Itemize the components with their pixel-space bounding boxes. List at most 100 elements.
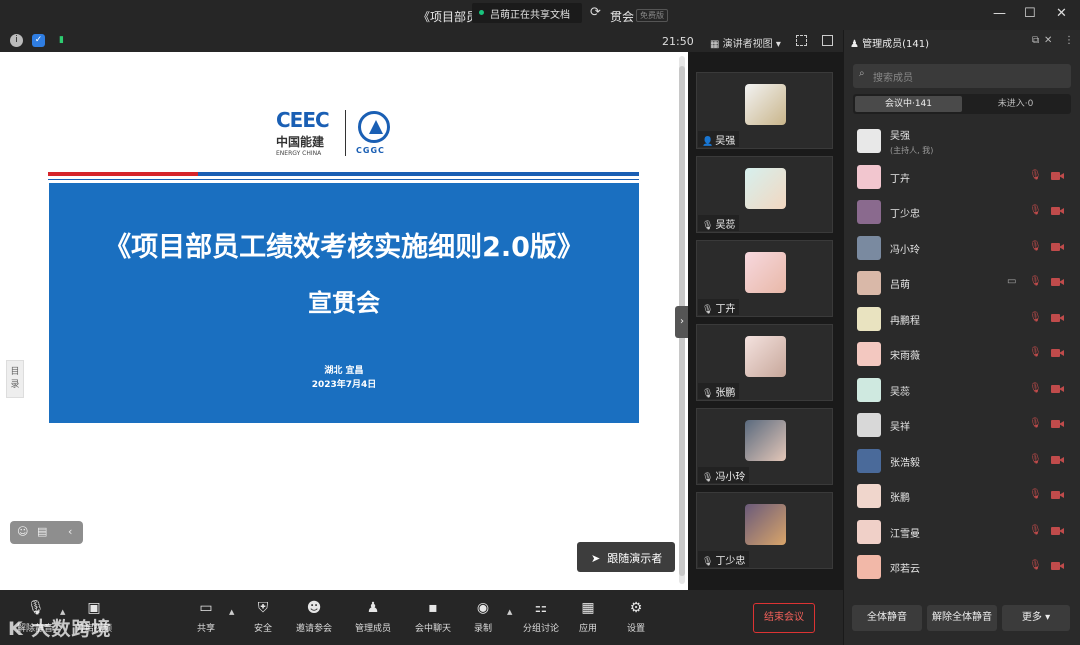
search-icon: ⌕ [859,68,865,79]
settings-button[interactable]: ⚙ 设置 [606,600,666,634]
mic-muted-icon[interactable]: 🎙 [1029,347,1042,359]
emoji-icon[interactable]: ☺ [17,525,28,538]
invite-button[interactable]: ☻ 邀请参会 [284,600,344,634]
mic-muted-icon[interactable]: 🎙 [1029,418,1042,430]
unmute-all-button[interactable]: 解除全体静音 [927,605,997,631]
toc-tab[interactable]: 目录 [6,360,24,398]
members-icon: ♟ [366,600,380,616]
members-icon: ♟ [850,39,859,50]
refresh-icon[interactable]: ⟳ [590,5,601,20]
mic-muted-icon[interactable]: 🎙 [1029,560,1042,572]
record-button[interactable]: ◉ 录制 [453,600,513,634]
collapse-video-strip-icon[interactable]: › [675,306,689,338]
slide-stripe-thin [48,179,639,180]
member-row[interactable]: 冉鹏程 🎙 [844,302,1080,336]
panel-close-icon[interactable]: ✕ [1044,35,1052,46]
video-off-icon[interactable] [1051,171,1065,181]
member-row[interactable]: 丁卉 🎙 [844,160,1080,194]
signal-icon[interactable]: ▮ [55,34,68,47]
fullscreen-icon[interactable] [796,35,807,46]
video-off-icon[interactable] [1051,384,1065,394]
video-off-icon[interactable] [1051,277,1065,287]
video-strip: 👤 吴强 🎙 吴蕊 🎙 丁卉 🎙 张鹏 🎙 冯小玲 🎙 丁少忠 [688,52,843,590]
participant-avatar [745,84,786,125]
member-row[interactable]: 张鹏 🎙 [844,479,1080,513]
participant-avatar [745,336,786,377]
member-row[interactable]: 冯小玲 🎙 [844,231,1080,265]
slide-stripe-red [48,172,198,176]
layout-toggle-icon[interactable] [822,35,833,46]
more-button[interactable]: 更多 ▾ [1002,605,1070,631]
member-name: 张浩毅 [890,457,920,469]
host-icon: 👤 [702,137,714,147]
video-off-icon[interactable] [1051,313,1065,323]
member-row[interactable]: 张浩毅 🎙 [844,444,1080,478]
video-tile[interactable]: 🎙 丁少忠 [696,492,833,569]
video-tile[interactable]: 🎙 吴蕊 [696,156,833,233]
close-icon[interactable]: ✕ [1056,6,1067,21]
video-tile[interactable]: 🎙 丁卉 [696,240,833,317]
mic-muted-icon[interactable]: 🎙 [1029,205,1042,217]
video-off-icon[interactable] [1051,526,1065,536]
info-icon[interactable]: i [10,34,23,47]
view-mode-dropdown[interactable]: ▦ 演讲者视图 ▾ [710,35,781,50]
video-off-icon[interactable] [1051,455,1065,465]
view-mode-label: 演讲者视图 [722,39,773,50]
video-tile[interactable]: 👤 吴强 [696,72,833,149]
participant-name: 张鹏 [715,388,736,399]
mic-muted-icon[interactable]: 🎙 [1029,241,1042,253]
member-row[interactable]: 宋雨薇 🎙 [844,337,1080,371]
manage-members-button[interactable]: ♟ 管理成员 [343,600,403,634]
member-row[interactable]: 吕萌 ▭ 🎙 [844,266,1080,300]
screen-share-icon: ▭ [1007,276,1017,287]
member-avatar [857,200,881,224]
panel-options-icon[interactable]: ⋮ [1064,35,1074,46]
mic-muted-icon[interactable]: 🎙 [1029,383,1042,395]
cggc-emblem-icon [358,111,390,143]
participant-name-tag: 🎙 丁卉 [698,299,740,315]
collapse-reaction-icon[interactable]: ‹ [68,525,72,538]
tab-in-meeting[interactable]: 会议中·141 [855,96,962,112]
sharing-status-pill[interactable]: 吕萌正在共享文档 [472,3,582,23]
mic-muted-icon[interactable]: 🎙 [1029,525,1042,537]
member-row[interactable]: 江雪曼 🎙 [844,515,1080,549]
participant-name: 吴强 [715,136,736,147]
mic-muted-icon[interactable]: 🎙 [1029,454,1042,466]
shield-icon: ⛨ [257,600,269,616]
comment-icon[interactable]: ▤ [37,525,47,538]
member-avatar [857,271,881,295]
member-avatar [857,555,881,579]
member-row[interactable]: 丁少忠 🎙 [844,195,1080,229]
end-meeting-button[interactable]: 结束会议 [753,603,815,633]
video-off-icon[interactable] [1051,561,1065,571]
member-row[interactable]: 吴祥 🎙 [844,408,1080,442]
member-row[interactable]: 吴蕊 🎙 [844,373,1080,407]
minimize-icon[interactable]: — [993,6,1006,21]
video-tile[interactable]: 🎙 冯小玲 [696,408,833,485]
shield-icon[interactable]: ✓ [32,34,45,47]
share-button[interactable]: ▭ 共享 [176,600,236,634]
video-off-icon[interactable] [1051,242,1065,252]
tab-not-joined[interactable]: 未进入·0 [962,96,1069,112]
mic-muted-icon[interactable]: 🎙 [1029,489,1042,501]
mic-muted-icon[interactable]: 🎙 [1029,312,1042,324]
member-name: 冉鹏程 [890,315,920,327]
slide-subtitle: 宣贯会 [308,289,380,317]
maximize-icon[interactable]: ☐ [1024,6,1036,21]
follow-presenter-button[interactable]: ➤ 跟随演示者 [577,542,675,572]
mic-muted-icon[interactable]: 🎙 [1029,276,1042,288]
mute-all-button[interactable]: 全体静音 [852,605,922,631]
video-off-icon[interactable] [1051,348,1065,358]
popout-icon[interactable]: ⧉ [1032,35,1039,46]
member-name: 吴祥 [890,422,910,433]
video-off-icon[interactable] [1051,206,1065,216]
video-off-icon[interactable] [1051,490,1065,500]
video-tile[interactable]: 🎙 张鹏 [696,324,833,401]
logo-divider [345,110,346,156]
mic-muted-icon[interactable]: 🎙 [1029,170,1042,182]
member-search-input[interactable]: ⌕ 搜索成员 [853,64,1071,88]
video-off-icon[interactable] [1051,419,1065,429]
member-row[interactable]: 邓若云 🎙 [844,550,1080,584]
member-row[interactable]: 吴强 (主持人, 我) [844,124,1080,158]
member-name: 江雪曼 [890,528,920,540]
